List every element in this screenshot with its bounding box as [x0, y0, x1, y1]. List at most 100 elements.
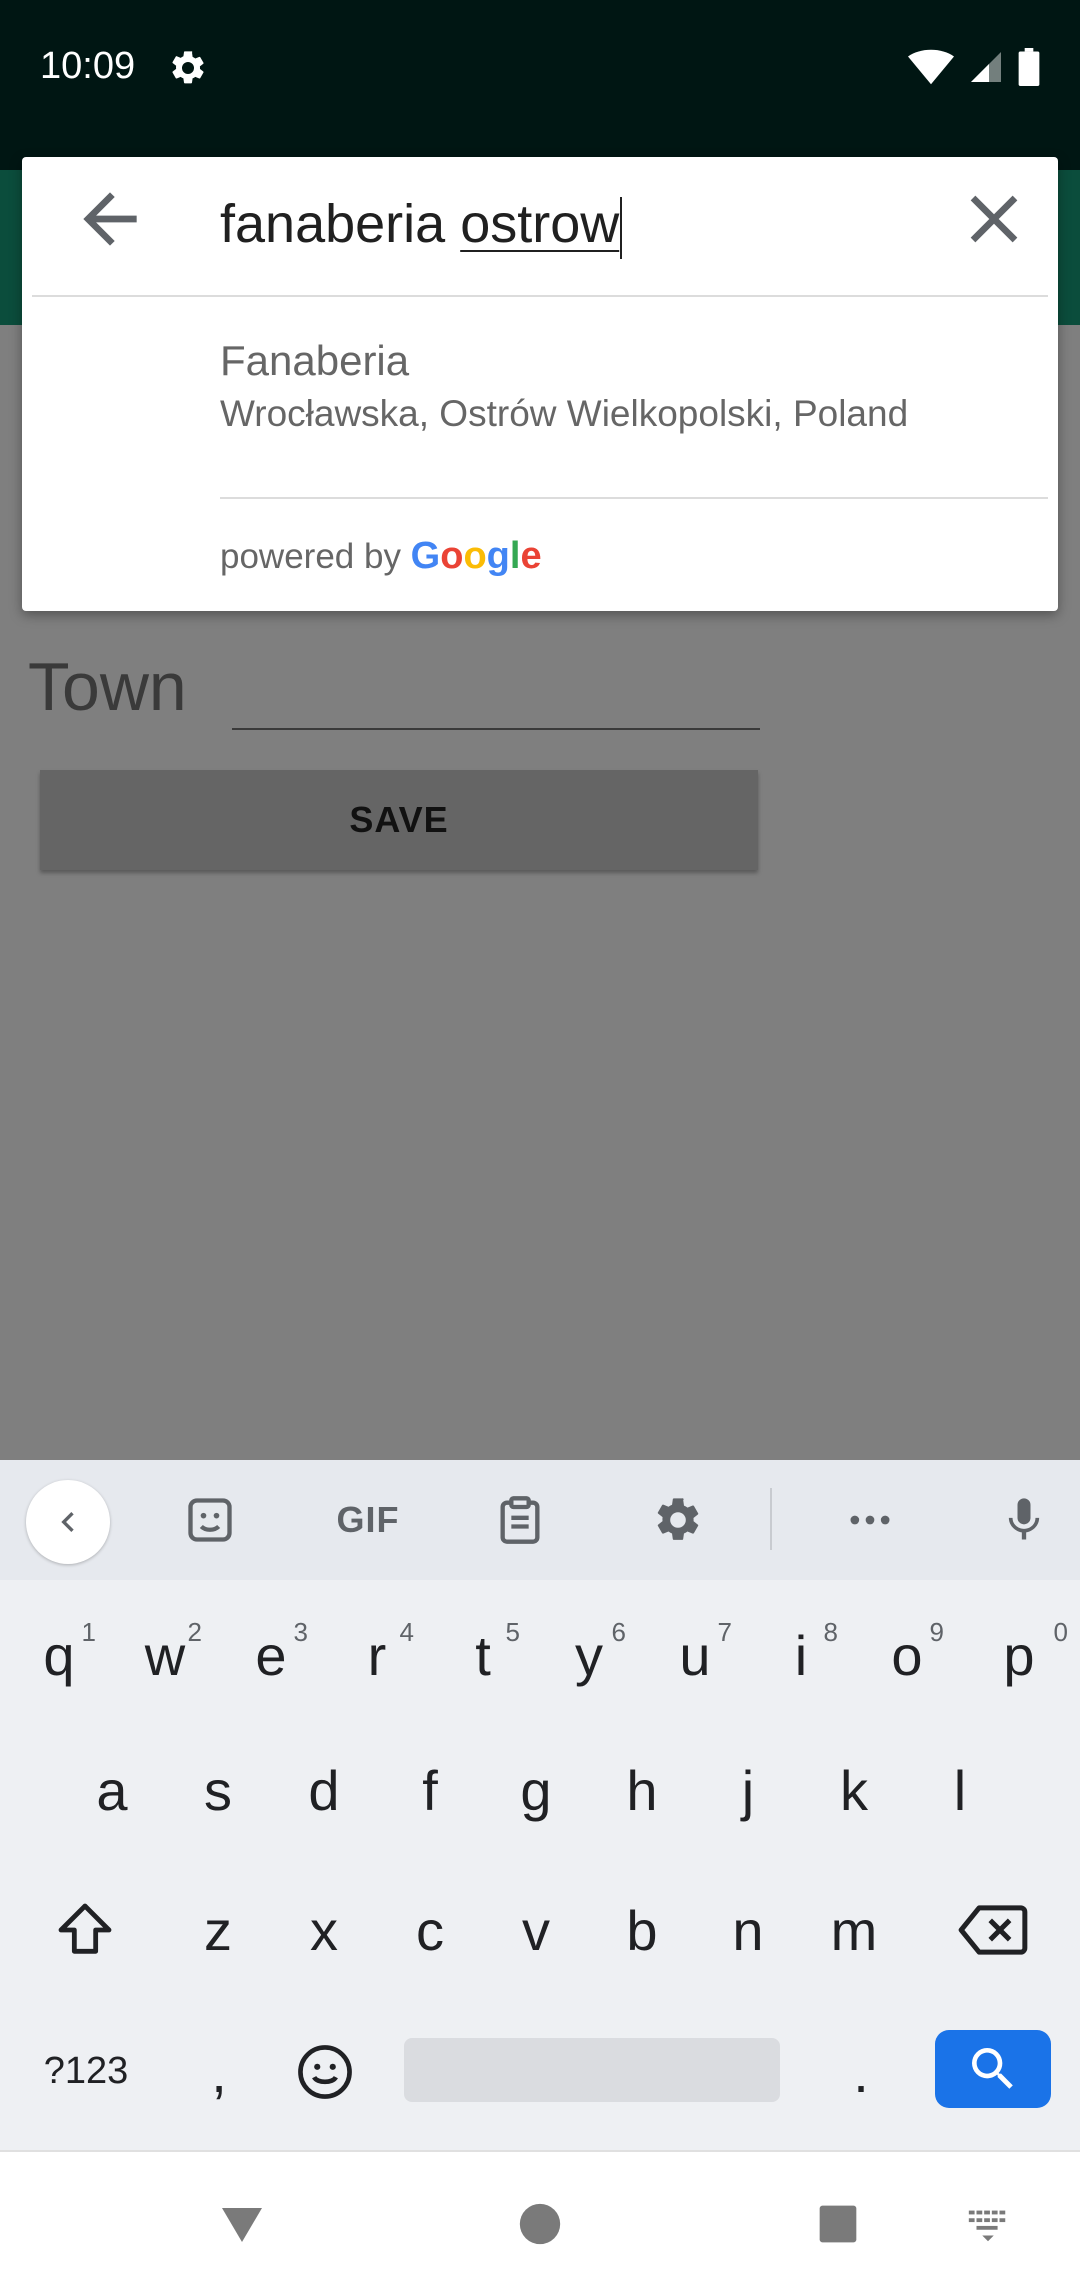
text-cursor — [620, 196, 623, 259]
key-o[interactable]: o9 — [854, 1595, 960, 1715]
voice-input-button[interactable] — [994, 1490, 1054, 1550]
key-hint: 4 — [399, 1617, 414, 1647]
microphone-icon — [1008, 1498, 1040, 1540]
key-m[interactable]: m — [801, 1870, 907, 1990]
google-logo-letter: G — [410, 535, 441, 577]
prediction-subtitle: Wrocławska, Ostrów Wielkopolski, Poland — [220, 393, 909, 434]
symbols-key[interactable]: ?123 — [36, 2036, 136, 2106]
key-label: u — [679, 1623, 711, 1687]
nav-back-button[interactable] — [212, 2194, 272, 2254]
key-f[interactable]: f — [377, 1730, 483, 1850]
key-b[interactable]: b — [589, 1870, 695, 1990]
key-label: p — [1003, 1623, 1035, 1687]
key-label: y — [575, 1623, 603, 1687]
key-g[interactable]: g — [483, 1730, 589, 1850]
key-hint: 9 — [929, 1617, 944, 1647]
places-autocomplete-card: fanaberia ostrow Fanaberia Wrocławska, O… — [22, 157, 1058, 611]
emoji-icon — [298, 2045, 352, 2099]
key-label: q — [43, 1623, 75, 1687]
key-d[interactable]: d — [271, 1730, 377, 1850]
key-a[interactable]: a — [59, 1730, 165, 1850]
google-logo-letter: o — [440, 535, 464, 577]
key-hint: 1 — [81, 1617, 96, 1647]
key-e[interactable]: e3 — [218, 1595, 324, 1715]
period-key[interactable]: . — [808, 2012, 914, 2132]
key-y[interactable]: y6 — [536, 1595, 642, 1715]
google-logo: Google — [411, 535, 542, 577]
more-button[interactable] — [840, 1490, 900, 1550]
keyboard-settings-button[interactable] — [648, 1490, 708, 1550]
navigation-bar — [0, 2150, 1080, 2282]
collapse-toolbar-button[interactable] — [26, 1480, 110, 1564]
key-label: o — [891, 1623, 923, 1687]
town-label: Town — [28, 649, 187, 725]
recents-square-icon — [819, 2205, 857, 2243]
key-j[interactable]: j — [695, 1730, 801, 1850]
town-input[interactable] — [232, 728, 760, 730]
key-i[interactable]: i8 — [748, 1595, 854, 1715]
space-bar[interactable] — [404, 2038, 780, 2102]
search-input[interactable]: fanaberia ostrow — [220, 193, 623, 259]
shift-icon — [58, 1903, 112, 1954]
key-q[interactable]: q1 — [6, 1595, 112, 1715]
key-z[interactable]: z — [165, 1870, 271, 1990]
search-query-composing: ostrow — [460, 194, 620, 254]
clear-icon[interactable] — [954, 179, 1034, 259]
key-p[interactable]: p0 — [966, 1595, 1072, 1715]
sticker-button[interactable] — [180, 1490, 240, 1550]
prediction-item[interactable]: Fanaberia Wrocławska, Ostrów Wielkopolsk… — [22, 297, 1058, 457]
key-x[interactable]: x — [271, 1870, 377, 1990]
status-bar: 10:09 — [0, 0, 1080, 170]
key-v[interactable]: v — [483, 1870, 589, 1990]
key-label: w — [144, 1623, 186, 1687]
emoji-key[interactable] — [272, 2012, 378, 2132]
key-u[interactable]: u7 — [642, 1595, 748, 1715]
backspace-icon — [958, 1905, 1028, 1955]
key-hint: 7 — [717, 1617, 732, 1647]
save-button[interactable]: SAVE — [40, 770, 758, 870]
wifi-icon — [908, 49, 954, 85]
clipboard-button[interactable] — [490, 1490, 550, 1550]
battery-icon — [1018, 48, 1040, 86]
shift-key[interactable] — [32, 1870, 138, 1990]
google-logo-letter: g — [486, 535, 510, 577]
back-arrow-icon[interactable] — [70, 179, 150, 259]
sticker-icon — [188, 1498, 232, 1542]
key-t[interactable]: t5 — [430, 1595, 536, 1715]
divider — [220, 497, 1048, 499]
search-key[interactable] — [935, 2030, 1051, 2108]
key-k[interactable]: k — [801, 1730, 907, 1850]
key-label: r — [367, 1623, 387, 1687]
nav-recents-button[interactable] — [808, 2194, 868, 2254]
keyboard: GIF q1 w2 e3 r4 t5 y6 u7 i8 o9 p0 a s d … — [0, 1460, 1080, 2150]
key-r[interactable]: r4 — [324, 1595, 430, 1715]
key-l[interactable]: l — [907, 1730, 1013, 1850]
nav-home-button[interactable] — [510, 2194, 570, 2254]
keyboard-switcher-button[interactable] — [958, 2194, 1018, 2254]
google-logo-letter: o — [463, 535, 487, 577]
comma-key[interactable]: , — [166, 2012, 272, 2132]
key-hint: 0 — [1053, 1617, 1068, 1647]
settings-gear-icon — [172, 51, 204, 84]
google-logo-letter: l — [509, 535, 521, 577]
clipboard-icon — [500, 1496, 540, 1544]
key-label: t — [475, 1623, 491, 1687]
key-label: i — [794, 1623, 808, 1687]
key-hint: 5 — [505, 1617, 520, 1647]
key-h[interactable]: h — [589, 1730, 695, 1850]
more-horizontal-icon — [850, 1515, 890, 1525]
key-c[interactable]: c — [377, 1870, 483, 1990]
key-n[interactable]: n — [695, 1870, 801, 1990]
key-s[interactable]: s — [165, 1730, 271, 1850]
key-hint: 6 — [611, 1617, 626, 1647]
keyboard-toolbar: GIF — [0, 1460, 1080, 1580]
nav-back-triangle-icon — [222, 2208, 262, 2242]
status-icons — [908, 48, 1040, 86]
toolbar-divider — [770, 1488, 772, 1550]
backspace-key[interactable] — [940, 1870, 1046, 1990]
google-logo-letter: e — [520, 535, 542, 577]
key-label: e — [255, 1623, 287, 1687]
key-w[interactable]: w2 — [112, 1595, 218, 1715]
gif-button[interactable]: GIF — [333, 1490, 403, 1550]
prediction-title: Fanaberia — [220, 337, 410, 384]
